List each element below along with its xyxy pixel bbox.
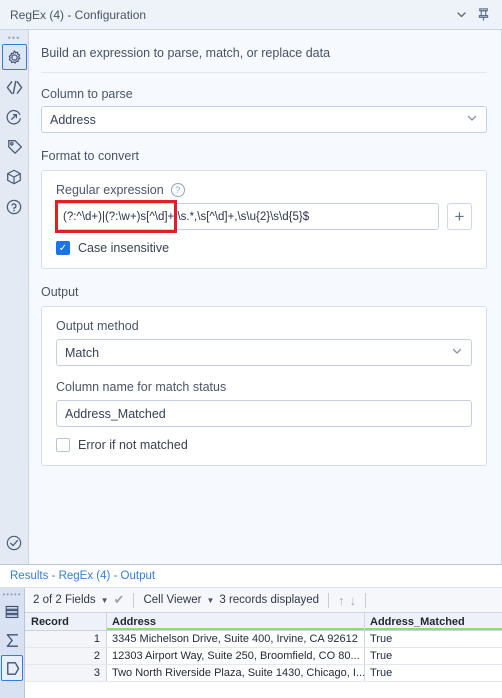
format-to-convert-card: Regular expression ? (?:^\d+)|(?:\w+)s[^… (41, 170, 487, 269)
regular-expression-input[interactable]: (?:^\d+)|(?:\w+)s[^\d]+,\s.*,\s[^\d]+,\s… (56, 203, 439, 230)
column-header-record[interactable]: Record (25, 613, 107, 630)
fields-count-label[interactable]: 2 of 2 Fields (33, 594, 96, 606)
table-row[interactable]: 1 3345 Michelson Drive, Suite 400, Irvin… (25, 631, 502, 648)
cell-record: 2 (25, 648, 107, 664)
regular-expression-field-wrap: (?:^\d+)|(?:\w+)s[^\d]+,\s.*,\s[^\d]+,\s… (55, 200, 439, 233)
results-rail-data-view[interactable] (1, 599, 23, 625)
column-header-address[interactable]: Address (107, 613, 365, 630)
cell-record: 1 (25, 631, 107, 647)
column-to-parse-label: Column to parse (41, 87, 133, 101)
error-if-not-matched-row[interactable]: Error if not matched (56, 438, 472, 452)
case-insensitive-row[interactable]: ✓ Case insensitive (56, 241, 472, 255)
error-if-not-matched-checkbox[interactable] (56, 438, 70, 452)
results-toolbar: 2 of 2 Fields ▼ ✔ Cell Viewer ▼ 3 record… (25, 588, 502, 613)
output-method-label: Output method (56, 319, 139, 333)
toolbar-separator (365, 592, 367, 608)
question-circle-icon[interactable]: ? (170, 183, 185, 197)
column-to-parse-value: Address (50, 112, 96, 127)
error-if-not-matched-label: Error if not matched (78, 438, 188, 452)
rail-grip-icon: ••• (7, 33, 21, 43)
output-section-label: Output (41, 285, 79, 299)
rail-item-help[interactable] (2, 194, 27, 220)
chevron-down-icon (466, 112, 478, 127)
cell-address: Two North Riverside Plaza, Suite 1430, C… (107, 665, 365, 681)
cell-address-matched: True (370, 633, 393, 645)
regular-expression-label-row: Regular expression ? (56, 183, 472, 197)
regex-configuration-window: RegEx (4) - Configuration ••• Build an e… (0, 0, 502, 698)
regular-expression-row: (?:^\d+)|(?:\w+)s[^\d]+,\s.*,\s[^\d]+,\s… (55, 200, 472, 233)
match-status-column-input[interactable]: Address_Matched (56, 400, 472, 427)
tool-rail: ••• (0, 30, 29, 564)
chevron-down-icon (451, 345, 463, 360)
cell-address-matched: True (370, 667, 393, 679)
case-insensitive-label: Case insensitive (78, 241, 170, 255)
format-to-convert-label: Format to convert (41, 149, 139, 163)
regular-expression-label: Regular expression (56, 183, 164, 197)
checkmark-icon[interactable]: ✔ (114, 592, 125, 608)
form-intro-text: Build an expression to parse, match, or … (41, 46, 331, 60)
results-table: Record Address Address_Matched 1 3345 Mi… (25, 613, 502, 698)
table-row[interactable]: 3 Two North Riverside Plaza, Suite 1430,… (25, 665, 502, 682)
table-header-row: Record Address Address_Matched (25, 613, 502, 631)
toolbar-separator (133, 592, 135, 608)
rail-item-validate[interactable] (2, 530, 27, 556)
divider (41, 72, 487, 73)
add-expression-button[interactable]: + (447, 203, 472, 230)
results-title[interactable]: Results - RegEx (4) - Output (10, 570, 155, 582)
caret-down-icon[interactable]: ▼ (101, 596, 109, 605)
output-card: Output method Match Column name for matc… (41, 306, 487, 466)
column-to-parse-select[interactable]: Address (41, 106, 487, 133)
case-insensitive-checkbox[interactable]: ✓ (56, 241, 70, 255)
rail-item-annotation[interactable] (2, 104, 27, 130)
rail-item-package[interactable] (2, 164, 27, 190)
output-method-value: Match (65, 345, 100, 360)
match-status-column-label: Column name for match status (56, 380, 227, 394)
arrow-down-icon[interactable]: ↓ (350, 593, 357, 608)
table-row[interactable]: 2 12303 Airport Way, Suite 250, Broomfie… (25, 648, 502, 665)
results-rail-profile-view[interactable] (1, 627, 23, 653)
table-body: 1 3345 Michelson Drive, Suite 400, Irvin… (25, 631, 502, 682)
rail-item-configuration[interactable] (1, 44, 27, 70)
results-header: Results - RegEx (4) - Output (0, 564, 502, 588)
column-header-address-matched[interactable]: Address_Matched (365, 613, 502, 630)
configuration-form: Build an expression to parse, match, or … (29, 30, 502, 564)
records-displayed-label: 3 records displayed (219, 594, 320, 606)
output-method-select[interactable]: Match (56, 339, 472, 366)
toolbar-separator (328, 592, 330, 608)
results-rail-metadata-view[interactable] (1, 655, 23, 681)
caret-down-icon[interactable]: ▼ (206, 596, 214, 605)
results-rail-grip-icon: ••••• (2, 590, 22, 599)
cell-viewer-label[interactable]: Cell Viewer (143, 594, 201, 606)
cell-address-matched: True (370, 650, 393, 662)
arrow-up-icon[interactable]: ↑ (338, 593, 345, 608)
rail-item-code[interactable] (2, 74, 27, 100)
cell-address: 3345 Michelson Drive, Suite 400, Irvine,… (107, 631, 365, 647)
cell-record: 3 (25, 665, 107, 681)
chevron-down-icon[interactable] (450, 4, 472, 26)
pin-icon[interactable] (472, 4, 494, 26)
rail-item-tag[interactable] (2, 134, 27, 160)
results-rail: ••••• (0, 588, 25, 698)
cell-address: 12303 Airport Way, Suite 250, Broomfield… (107, 648, 365, 664)
window-titlebar: RegEx (4) - Configuration (0, 0, 502, 30)
window-title: RegEx (4) - Configuration (10, 7, 147, 22)
